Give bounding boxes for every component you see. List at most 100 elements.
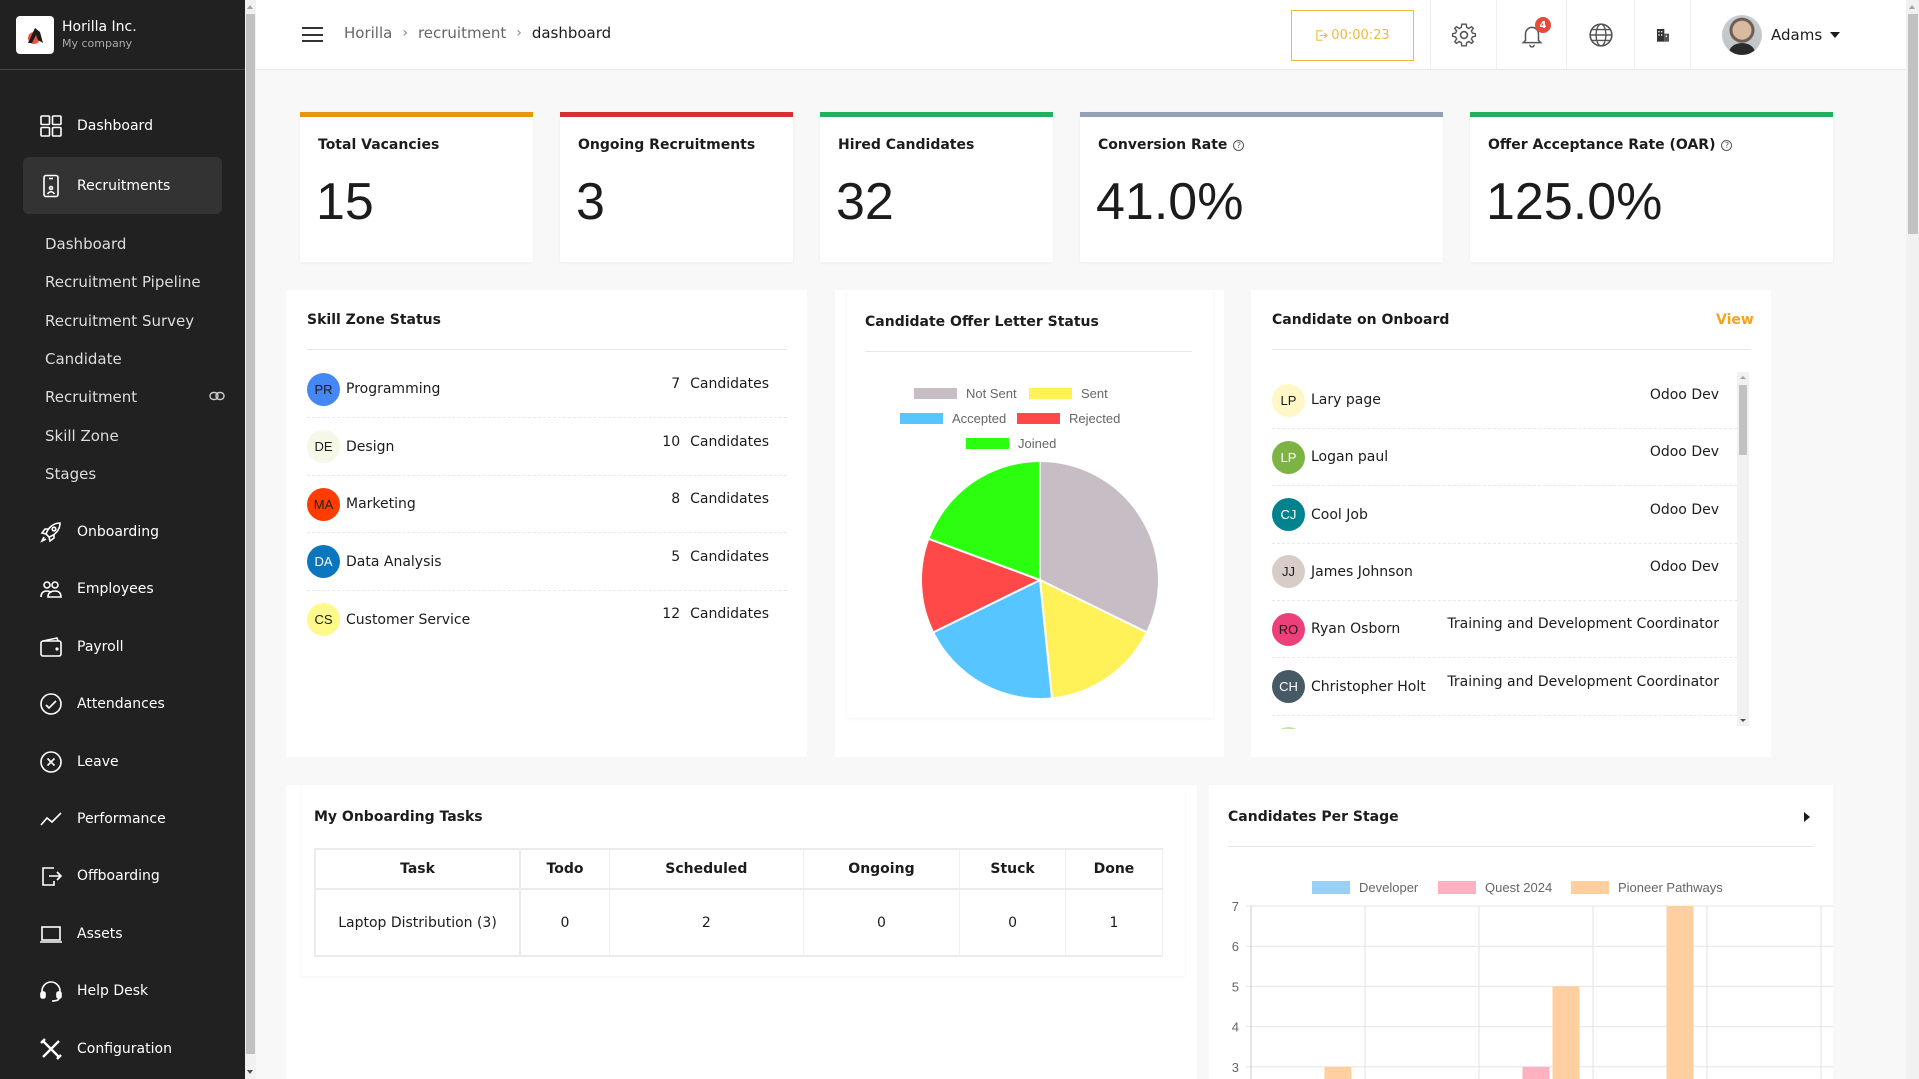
- skill-zone-row[interactable]: CS Customer Service 12 Candidates: [307, 591, 787, 648]
- submenu-recruitment-survey[interactable]: Recruitment Survey: [45, 312, 194, 330]
- bar-pioneer-pathways[interactable]: [1552, 986, 1580, 1079]
- stat-value: 15: [316, 173, 374, 231]
- stat-label-text: Offer Acceptance Rate (OAR): [1488, 137, 1716, 153]
- skill-name: Data Analysis: [346, 553, 442, 570]
- scroll-up-arrow-icon[interactable]: [247, 5, 253, 9]
- sidebar-item-label: Help Desk: [77, 982, 149, 999]
- onboard-candidate-row[interactable]: LP Lary page Odoo Dev: [1272, 372, 1737, 429]
- sidebar-scrollbar[interactable]: [245, 0, 256, 1079]
- scroll-down-arrow-icon[interactable]: [1740, 719, 1746, 722]
- sidebar-item-label: Leave: [77, 753, 119, 770]
- sidebar-item-configuration[interactable]: Configuration: [23, 1020, 222, 1077]
- scroll-thumb[interactable]: [1908, 14, 1918, 234]
- candidate-name: Ryan Osborn: [1311, 621, 1401, 638]
- y-tick-label: 5: [1232, 979, 1239, 994]
- submenu-recruitment[interactable]: Recruitment: [45, 388, 137, 406]
- skill-zone-row[interactable]: DA Data Analysis 5 Candidates: [307, 534, 787, 591]
- onboard-candidate-row[interactable]: RO Ryan Osborn Training and Development Co…: [1272, 601, 1737, 659]
- company-switch-button[interactable]: [1634, 0, 1690, 70]
- bar-quest-2024[interactable]: [1522, 1066, 1550, 1079]
- bar-pioneer-pathways[interactable]: [1324, 1066, 1352, 1079]
- sidebar-item-payroll[interactable]: Payroll: [23, 618, 222, 675]
- submenu-stages[interactable]: Stages: [45, 465, 96, 483]
- skill-initials-avatar: CS: [307, 603, 340, 636]
- y-tick-label: 6: [1232, 939, 1239, 954]
- submenu-candidate[interactable]: Candidate: [45, 350, 122, 368]
- caret-down-icon: [1830, 32, 1841, 38]
- scroll-up-arrow-icon[interactable]: [1909, 5, 1915, 9]
- page-scrollbar[interactable]: [1906, 0, 1919, 1079]
- sidebar-item-recruitments[interactable]: Recruitments: [23, 157, 222, 214]
- onboard-candidate-row[interactable]: LP Logan paul Odoo Dev: [1272, 429, 1737, 487]
- scroll-down-arrow-icon[interactable]: [247, 1070, 253, 1074]
- column-header: Todo: [519, 848, 611, 890]
- table-row: Laptop Distribution (3) 0 2 0 0 1: [314, 888, 1164, 957]
- candidate-job: Odoo Dev: [1649, 501, 1719, 518]
- clock-out-icon: [1316, 30, 1329, 41]
- stat-value: 41.0%: [1096, 173, 1244, 231]
- sidebar-item-performance[interactable]: Performance: [23, 790, 222, 847]
- candidate-initials-avatar: CH: [1272, 670, 1305, 703]
- brand[interactable]: Horilla Inc. My company: [0, 0, 245, 70]
- submenu-dashboard[interactable]: Dashboard: [45, 235, 126, 253]
- sidebar-item-attendances[interactable]: Attendances: [23, 675, 222, 732]
- gear-icon: [1451, 23, 1476, 47]
- task-count-cell: 2: [609, 888, 804, 957]
- scroll-thumb[interactable]: [246, 14, 255, 1054]
- sidebar-item-help-desk[interactable]: Help Desk: [23, 962, 222, 1019]
- people-icon: [38, 576, 64, 602]
- submenu-recruitment-pipeline[interactable]: Recruitment Pipeline: [45, 273, 201, 291]
- task-name-cell[interactable]: Laptop Distribution (3): [314, 888, 521, 957]
- submenu-skill-zone[interactable]: Skill Zone: [45, 427, 119, 445]
- skill-count: 10 Candidates: [662, 434, 769, 450]
- skill-zone-row[interactable]: PR Programming 7 Candidates: [307, 361, 787, 418]
- sidebar-item-assets[interactable]: Assets: [23, 905, 222, 962]
- stat-label: Offer Acceptance Rate (OAR)?: [1488, 137, 1733, 153]
- bar-pioneer-pathways[interactable]: [1666, 906, 1694, 1079]
- x-circle-icon: [38, 749, 64, 775]
- onboard-candidate-row[interactable]: TMTiffany MooreTraining and Development …: [1272, 716, 1737, 729]
- sidebar-item-offboarding[interactable]: Offboarding: [23, 847, 222, 904]
- link-icon[interactable]: [209, 391, 225, 401]
- onboard-list-scrollbar[interactable]: [1737, 372, 1749, 726]
- onboard-candidate-row[interactable]: CH Christopher Holt Training and Developme…: [1272, 659, 1737, 716]
- onboarding-tasks-inner: My Onboarding Tasks Task Todo Scheduled Ong…: [302, 785, 1185, 976]
- help-icon[interactable]: ?: [1233, 139, 1245, 151]
- candidate-initials-avatar: JJ: [1272, 555, 1305, 589]
- clock-out-button[interactable]: 00:00:23: [1291, 10, 1414, 61]
- candidate-count: 5: [671, 548, 681, 565]
- candidate-count-suffix: Candidates: [690, 548, 769, 565]
- breadcrumb-item[interactable]: Horilla: [344, 24, 392, 42]
- onboard-candidate-row[interactable]: CJ Cool Job Odoo Dev: [1272, 487, 1737, 544]
- wallet-icon: [38, 634, 64, 660]
- skill-zone-row[interactable]: MA Marketing 8 Candidates: [307, 476, 787, 533]
- sidebar-item-label: Attendances: [77, 695, 165, 712]
- sidebar-item-onboarding[interactable]: Onboarding: [23, 503, 222, 560]
- sidebar-item-label: Payroll: [77, 638, 124, 655]
- offer-letter-inner: Candidate Offer Letter Status Not Sent Se…: [847, 290, 1213, 718]
- sidebar-item-employees[interactable]: Employees: [23, 560, 222, 617]
- skill-count: 8 Candidates: [671, 491, 769, 507]
- skill-name: Design: [346, 438, 395, 455]
- menu-toggle-icon[interactable]: [302, 27, 323, 42]
- column-header: Task: [314, 848, 521, 890]
- user-menu[interactable]: Adams: [1722, 15, 1841, 55]
- skill-zone-row[interactable]: DE Design 10 Candidates: [307, 419, 787, 476]
- column-header: Stuck: [959, 848, 1066, 890]
- language-button[interactable]: [1566, 0, 1634, 70]
- view-link[interactable]: View: [1716, 312, 1754, 328]
- onboard-candidate-row[interactable]: JJ James Johnson Odoo Dev: [1272, 544, 1737, 601]
- scroll-thumb[interactable]: [1739, 385, 1747, 455]
- breadcrumb-item[interactable]: recruitment: [418, 24, 506, 42]
- task-count-cell: 0: [519, 888, 611, 957]
- onboarding-tasks-card: My Onboarding Tasks Task Todo Scheduled Ong…: [286, 785, 1197, 1079]
- settings-button[interactable]: [1430, 0, 1496, 70]
- scroll-up-arrow-icon[interactable]: [1740, 376, 1746, 379]
- notifications-button[interactable]: 4: [1496, 0, 1566, 70]
- sidebar-item-leave[interactable]: Leave: [23, 733, 222, 790]
- candidate-job: Training and Development Coordinator: [1447, 673, 1719, 690]
- sidebar-item-dashboard[interactable]: Dashboard: [23, 97, 222, 154]
- help-icon[interactable]: ?: [1721, 139, 1733, 151]
- sidebar-item-label: Assets: [77, 925, 123, 942]
- candidate-name: Lary page: [1311, 392, 1381, 408]
